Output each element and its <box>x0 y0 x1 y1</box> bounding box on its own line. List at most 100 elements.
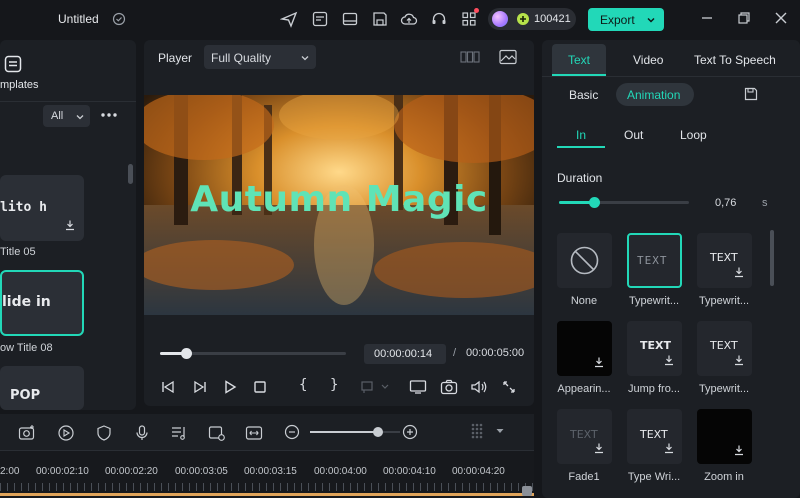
chevron-down-icon[interactable] <box>496 428 504 434</box>
anim-tab-in[interactable]: In <box>576 128 586 142</box>
preset-preview-text: TEXT <box>710 339 738 352</box>
layout-icon[interactable] <box>341 10 359 28</box>
download-icon[interactable] <box>733 266 745 278</box>
template-preview-text: lito h <box>0 200 47 215</box>
download-icon[interactable] <box>663 354 675 366</box>
previous-frame-icon[interactable] <box>160 379 176 395</box>
tab-video[interactable]: Video <box>633 53 663 67</box>
preset-zoom-in[interactable] <box>697 409 752 464</box>
template-card[interactable]: lito h <box>0 175 84 241</box>
grid-view-icon[interactable] <box>460 50 480 64</box>
preset-fade[interactable]: TEXT <box>557 409 612 464</box>
avatar <box>492 11 508 27</box>
more-options-icon[interactable] <box>100 112 118 118</box>
anim-tab-loop[interactable]: Loop <box>680 128 707 142</box>
ruler-tick-label: 00:00:02:20 <box>105 466 158 477</box>
split-icon[interactable] <box>245 424 263 442</box>
ai-camera-icon[interactable] <box>18 424 36 442</box>
download-icon[interactable] <box>593 442 605 454</box>
tab-text-to-speech[interactable]: Text To Speech <box>694 53 776 67</box>
tab-text[interactable]: Text <box>552 44 606 76</box>
preset-typewriter-selected[interactable]: TEXT <box>627 233 682 288</box>
preset-label: Appearin... <box>557 383 611 395</box>
project-title: Untitled <box>58 12 99 26</box>
preset-typewriter[interactable]: TEXT <box>697 233 752 288</box>
chevron-down-icon[interactable] <box>646 15 656 25</box>
current-time-box[interactable]: 00:00:00:14 <box>364 344 446 364</box>
export-button[interactable]: Export <box>588 8 664 31</box>
timeline-ruler[interactable]: 2:00 00:00:02:10 00:00:02:20 00:00:03:05… <box>0 451 534 498</box>
next-frame-icon[interactable] <box>192 379 208 395</box>
subtab-basic[interactable]: Basic <box>569 88 598 102</box>
scrollbar-thumb[interactable] <box>770 230 774 286</box>
subtab-animation[interactable]: Animation <box>616 83 694 106</box>
player-label: Player <box>158 51 193 65</box>
download-icon[interactable] <box>733 444 745 456</box>
headset-icon[interactable] <box>430 10 448 28</box>
preset-jump-from[interactable]: TEXT <box>627 321 682 376</box>
download-icon[interactable] <box>593 356 605 368</box>
marker-icon[interactable] <box>360 379 390 395</box>
play-icon[interactable] <box>222 379 238 395</box>
volume-icon[interactable] <box>470 379 488 395</box>
restore-icon[interactable] <box>737 11 751 25</box>
duration-value[interactable]: 0,76 <box>715 197 736 209</box>
mark-out-icon[interactable]: } <box>330 377 338 393</box>
download-icon[interactable] <box>64 219 76 231</box>
cloud-status-icon[interactable] <box>112 12 126 26</box>
templates-label[interactable]: mplates <box>0 79 39 91</box>
snapshot-icon[interactable] <box>440 379 458 395</box>
scroll-handle[interactable] <box>522 486 532 496</box>
apps-grid-icon[interactable] <box>460 8 479 28</box>
minimize-icon[interactable] <box>700 11 714 25</box>
template-preview-text: lide in <box>2 294 51 310</box>
media-settings-icon[interactable] <box>208 424 226 442</box>
preset-label: None <box>570 295 598 307</box>
template-card-selected[interactable]: lide in <box>0 270 84 336</box>
coin-icon <box>517 13 529 25</box>
download-icon[interactable] <box>733 354 745 366</box>
zoom-out-icon[interactable] <box>284 424 300 440</box>
save-icon[interactable] <box>371 10 389 28</box>
duration-slider-handle[interactable] <box>589 197 600 208</box>
duration-slider[interactable] <box>559 197 689 208</box>
microphone-icon[interactable] <box>133 424 151 442</box>
template-card[interactable]: POP <box>0 366 84 410</box>
filter-select[interactable]: All <box>43 105 90 127</box>
cloud-upload-icon[interactable] <box>400 10 418 28</box>
scrubber-handle[interactable] <box>181 348 192 359</box>
zoom-slider-handle[interactable] <box>373 427 383 437</box>
task-list-icon[interactable] <box>311 10 329 28</box>
close-icon[interactable] <box>774 11 788 25</box>
mark-in-icon[interactable]: { <box>299 377 307 393</box>
shield-icon[interactable] <box>95 424 113 442</box>
video-preview[interactable]: Autumn Magic <box>144 95 534 315</box>
preset-typewriter[interactable]: TEXT <box>697 321 752 376</box>
play-circle-icon[interactable] <box>57 424 75 442</box>
save-preset-icon[interactable] <box>743 86 759 102</box>
subtab-animation-label: Animation <box>627 88 681 102</box>
zoom-in-icon[interactable] <box>402 424 418 440</box>
display-icon[interactable] <box>409 379 427 395</box>
preset-appearing[interactable] <box>557 321 612 376</box>
credits-badge[interactable]: 100421 <box>488 8 576 30</box>
timeline-zoom-slider[interactable] <box>310 427 400 437</box>
preset-preview-text: TEXT <box>640 428 668 441</box>
preset-none[interactable] <box>557 233 612 288</box>
preset-type-writer[interactable]: TEXT <box>627 409 682 464</box>
ruler-tick-label: 00:00:04:10 <box>383 466 436 477</box>
scrollbar-thumb[interactable] <box>128 164 133 184</box>
video-overlay-text[interactable]: Autumn Magic <box>144 179 534 220</box>
image-icon[interactable] <box>499 49 517 65</box>
fullscreen-icon[interactable] <box>501 379 517 395</box>
send-icon[interactable] <box>280 10 298 28</box>
anim-tab-out[interactable]: Out <box>624 128 643 142</box>
current-time: 00:00:00:14 <box>374 348 433 360</box>
stop-icon[interactable] <box>252 379 268 395</box>
quality-select[interactable]: Full Quality <box>204 45 316 69</box>
audio-list-icon[interactable] <box>170 424 188 442</box>
playback-scrubber[interactable] <box>160 348 346 359</box>
grid-handle-icon[interactable] <box>470 422 484 442</box>
download-icon[interactable] <box>663 442 675 454</box>
templates-icon[interactable] <box>4 55 22 73</box>
